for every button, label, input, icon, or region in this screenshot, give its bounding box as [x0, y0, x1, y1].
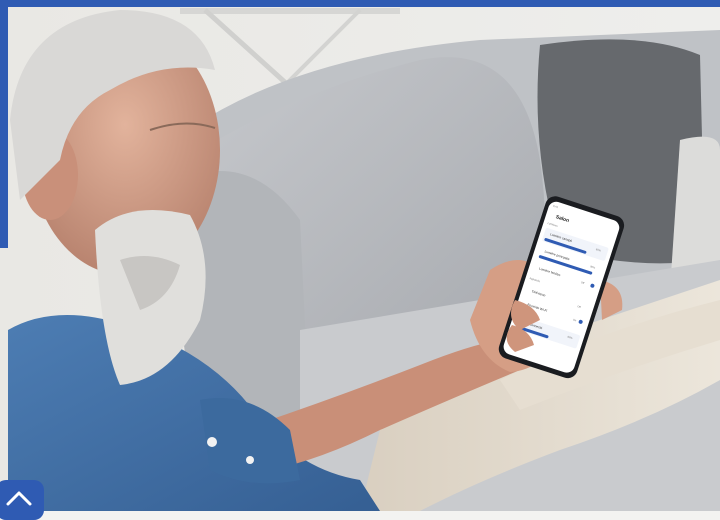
scroll-to-top-button[interactable] [0, 480, 44, 520]
top-accent-bar [0, 0, 720, 7]
photo-frame: 9:41 Salon Lumières Lumière canapé 60% L… [0, 0, 720, 520]
left-accent-bar [0, 0, 8, 248]
photo: 9:41 Salon Lumières Lumière canapé 60% L… [0, 0, 720, 511]
chevron-up-icon [6, 491, 32, 506]
